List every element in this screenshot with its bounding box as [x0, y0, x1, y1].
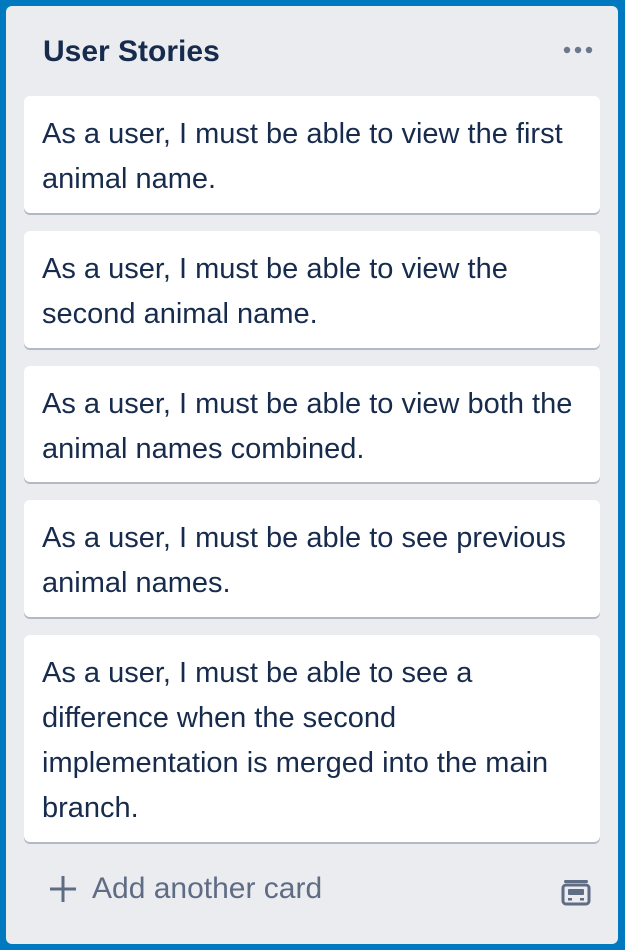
card[interactable]: As a user, I must be able to view both t… [24, 366, 600, 482]
card-title: As a user, I must be able to view the fi… [42, 118, 563, 195]
card[interactable]: As a user, I must be able to view the fi… [24, 96, 600, 213]
list-title[interactable]: User Stories [43, 34, 220, 70]
add-card-button[interactable]: Add another card [28, 864, 338, 914]
card[interactable]: As a user, I must be able to see previou… [24, 500, 600, 617]
card[interactable]: As a user, I must be able to see a diffe… [24, 635, 600, 842]
user-stories-list: User Stories As a user, I must be able t… [6, 6, 618, 944]
card-title: As a user, I must be able to view both t… [42, 388, 573, 465]
add-card-label: Add another card [92, 872, 323, 905]
ellipsis-icon [563, 46, 593, 54]
card-title: As a user, I must be able to see previou… [42, 522, 566, 599]
plus-icon [50, 876, 76, 902]
card-title: As a user, I must be able to see a diffe… [42, 657, 549, 824]
list-menu-button[interactable] [558, 30, 598, 70]
list-header: User Stories [6, 6, 618, 96]
card[interactable]: As a user, I must be able to view the se… [24, 231, 600, 348]
card-template-icon [561, 880, 591, 906]
card-template-button[interactable] [560, 876, 592, 908]
card-title: As a user, I must be able to view the se… [42, 253, 508, 330]
